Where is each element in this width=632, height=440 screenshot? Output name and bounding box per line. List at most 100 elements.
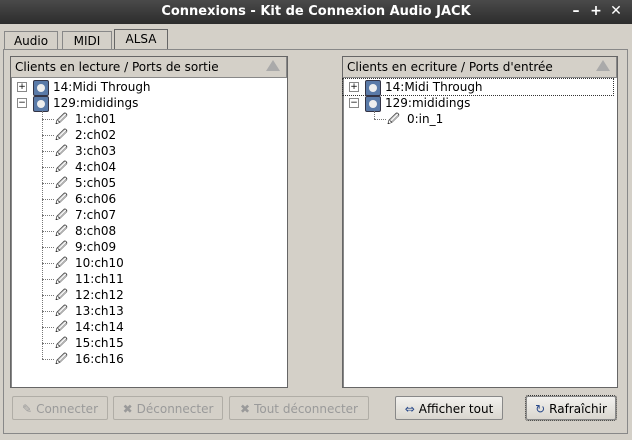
tree-connector [42, 295, 54, 296]
client-row[interactable]: − 129:mididings [343, 95, 613, 112]
input-clients-list[interactable]: Clients en ecriture / Ports d'entrée +14… [342, 56, 618, 388]
port-row[interactable]: 🖉 3:ch03 [11, 143, 281, 159]
disconnect-label: Déconnecter [136, 402, 214, 416]
port-label: 16:ch16 [75, 352, 124, 366]
port-label: 0:in_1 [407, 112, 444, 126]
tree-connector [42, 135, 54, 136]
midi-output-port-icon: 🖉 [55, 128, 68, 142]
midi-client-icon [365, 80, 381, 96]
tree-connector [42, 151, 54, 152]
collapse-icon[interactable]: − [17, 98, 27, 108]
midi-output-port-icon: 🖉 [55, 256, 68, 270]
client-row[interactable]: − 129:mididings [11, 95, 281, 112]
midi-output-port-icon: 🖉 [55, 320, 68, 334]
tab-alsa[interactable]: ALSA [114, 29, 168, 51]
connect-label: Connecter [36, 402, 98, 416]
connect-icon: ✎ [22, 402, 33, 416]
midi-output-port-icon: 🖉 [55, 160, 68, 174]
client-row[interactable]: +14:Midi Through [342, 78, 614, 96]
port-label: 7:ch07 [75, 208, 117, 222]
tree-connector [42, 327, 54, 328]
port-row[interactable]: 🖉 8:ch08 [11, 223, 281, 239]
port-label: 12:ch12 [75, 288, 124, 302]
port-label: 10:ch10 [75, 256, 124, 270]
client-row[interactable]: +14:Midi Through [11, 79, 281, 96]
sort-ascending-icon [596, 60, 610, 71]
tree-connector [42, 119, 54, 120]
midi-client-icon [33, 96, 49, 112]
port-label: 14:ch14 [75, 320, 124, 334]
tree-connector [42, 167, 54, 168]
tree-connector [42, 231, 54, 232]
tree-connector [42, 215, 54, 216]
midi-output-port-icon: 🖉 [55, 224, 68, 238]
window-title: Connexions - Kit de Connexion Audio JACK [161, 4, 471, 19]
minimize-button[interactable]: – [568, 3, 584, 19]
tree-connector [42, 263, 54, 264]
port-label: 3:ch03 [75, 144, 117, 158]
port-row[interactable]: 🖉 13:ch13 [11, 303, 281, 319]
port-row[interactable]: 🖉 6:ch06 [11, 191, 281, 207]
port-row[interactable]: 🖉 16:ch16 [11, 351, 281, 367]
refresh-label: Rafraîchir [549, 402, 607, 416]
refresh-icon: ↻ [535, 402, 546, 416]
port-label: 5:ch05 [75, 176, 117, 190]
midi-output-port-icon: 🖉 [55, 192, 68, 206]
port-row[interactable]: 🖉 2:ch02 [11, 127, 281, 143]
disconnect-all-icon: ✖ [240, 402, 251, 416]
port-row[interactable]: 🖉 0:in_1 [343, 111, 613, 127]
input-list-header[interactable]: Clients en ecriture / Ports d'entrée [343, 57, 617, 78]
port-row[interactable]: 🖉 14:ch14 [11, 319, 281, 335]
port-label: 11:ch11 [75, 272, 124, 286]
port-label: 6:ch06 [75, 192, 117, 206]
tab-audio[interactable]: Audio [4, 31, 58, 50]
tree-connector [42, 111, 43, 359]
tree-connector [42, 199, 54, 200]
midi-client-icon [365, 96, 381, 112]
port-row[interactable]: 🖉 11:ch11 [11, 271, 281, 287]
port-row[interactable]: 🖉 10:ch10 [11, 255, 281, 271]
midi-output-port-icon: 🖉 [55, 352, 68, 366]
midi-input-port-icon: 🖉 [387, 112, 400, 126]
midi-output-port-icon: 🖉 [55, 288, 68, 302]
output-list-header[interactable]: Clients en lecture / Ports de sortie [11, 57, 287, 78]
expand-all-button[interactable]: ⇔ Afficher tout [395, 396, 503, 420]
input-list-header-label: Clients en ecriture / Ports d'entrée [347, 60, 553, 74]
port-label: 2:ch02 [75, 128, 117, 142]
arrows-icon: ⇔ [404, 402, 415, 416]
expand-icon[interactable]: + [17, 82, 27, 92]
port-row[interactable]: 🖉 9:ch09 [11, 239, 281, 255]
port-row[interactable]: 🖉 4:ch04 [11, 159, 281, 175]
client-label: 14:Midi Through [53, 80, 151, 94]
port-row[interactable]: 🖉 15:ch15 [11, 335, 281, 351]
port-row[interactable]: 🖉 1:ch01 [11, 111, 281, 127]
output-clients-list[interactable]: Clients en lecture / Ports de sortie +14… [10, 56, 288, 388]
port-label: 9:ch09 [75, 240, 117, 254]
close-button[interactable]: ✕ [608, 3, 624, 19]
midi-output-port-icon: 🖉 [55, 112, 68, 126]
refresh-button[interactable]: ↻ Rafraîchir [525, 395, 617, 421]
port-row[interactable]: 🖉 12:ch12 [11, 287, 281, 303]
sort-ascending-icon [266, 60, 280, 71]
disconnect-all-button[interactable]: ✖ Tout déconnecter [229, 396, 369, 420]
disconnect-button[interactable]: ✖ Déconnecter [113, 396, 223, 420]
collapse-icon[interactable]: − [349, 98, 359, 108]
port-row[interactable]: 🖉 5:ch05 [11, 175, 281, 191]
disconnect-all-label: Tout déconnecter [254, 402, 358, 416]
midi-output-port-icon: 🖉 [55, 336, 68, 350]
port-label: 8:ch08 [75, 224, 117, 238]
client-label: 129:mididings [53, 96, 139, 110]
maximize-button[interactable]: + [588, 3, 604, 19]
tree-connector [374, 111, 375, 119]
connect-button[interactable]: ✎ Connecter [12, 396, 108, 420]
midi-client-icon [33, 80, 49, 96]
expand-icon[interactable]: + [349, 82, 359, 92]
midi-output-port-icon: 🖉 [55, 272, 68, 286]
client-label: 14:Midi Through [385, 80, 483, 94]
tree-connector [42, 247, 54, 248]
tree-connector [42, 311, 54, 312]
port-row[interactable]: 🖉 7:ch07 [11, 207, 281, 223]
tab-midi[interactable]: MIDI [62, 31, 112, 50]
midi-output-port-icon: 🖉 [55, 208, 68, 222]
port-label: 4:ch04 [75, 160, 117, 174]
